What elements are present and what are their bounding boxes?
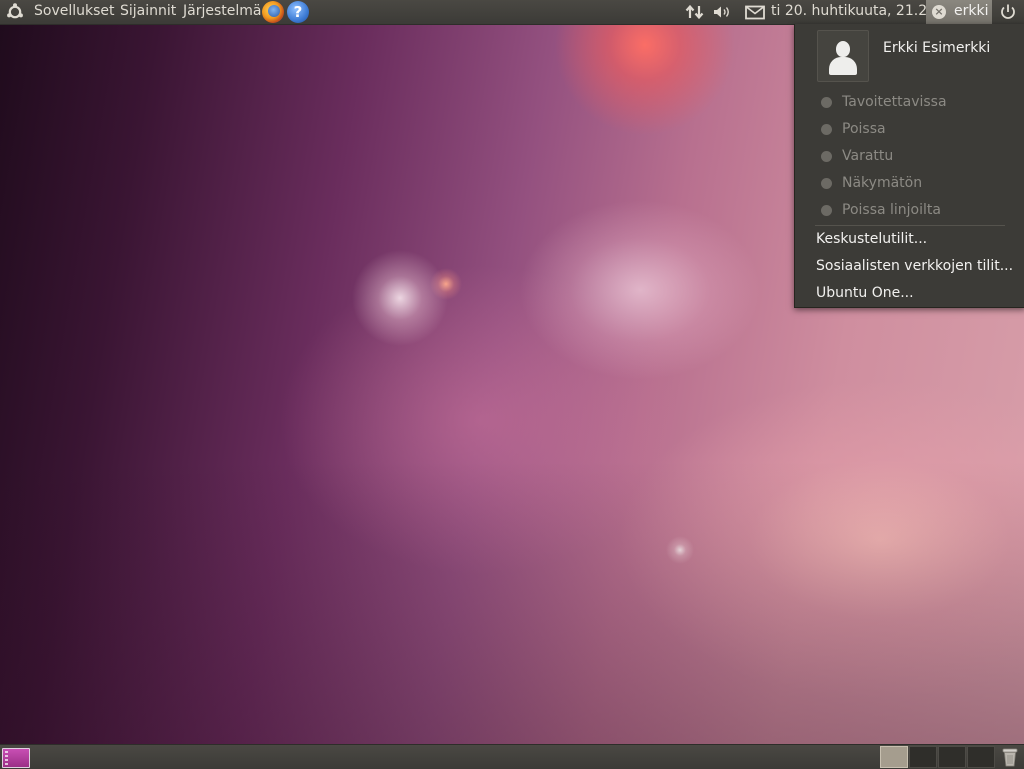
me-menu-dropdown: Erkki Esimerkki Tavoitettavissa Poissa V… [794, 24, 1024, 308]
ubuntu-one-item[interactable]: Ubuntu One... [816, 282, 914, 304]
avatar[interactable] [817, 30, 869, 82]
status-label: Näkymätön [842, 175, 923, 191]
away-status-icon [821, 124, 832, 135]
applications-menu[interactable]: Sovellukset [34, 0, 115, 24]
me-menu-username: erkki [954, 3, 989, 19]
ubuntu-logo-icon[interactable] [6, 3, 24, 21]
status-label: Poissa linjoilta [842, 202, 941, 218]
chat-accounts-item[interactable]: Keskustelutilit... [816, 228, 927, 250]
available-status-icon [821, 97, 832, 108]
workspace-3[interactable] [938, 746, 966, 768]
envelope-icon[interactable] [744, 0, 766, 24]
invisible-status-icon [821, 178, 832, 189]
bottom-panel [0, 744, 1024, 769]
busy-status-icon [821, 151, 832, 162]
places-menu[interactable]: Sijainnit [120, 0, 176, 24]
social-accounts-item[interactable]: Sosiaalisten verkkojen tilit... [816, 255, 1013, 277]
offline-status-icon [821, 205, 832, 216]
workspace-2[interactable] [909, 746, 937, 768]
me-menu-button[interactable]: × erkki [926, 0, 992, 24]
system-menu[interactable]: Järjestelmä [183, 0, 261, 24]
menu-separator [815, 225, 1005, 226]
network-updown-icon[interactable] [684, 0, 706, 24]
show-desktop-icon[interactable] [2, 748, 30, 768]
status-label: Tavoitettavissa [842, 94, 947, 110]
status-label: Poissa [842, 121, 886, 137]
trash-icon[interactable] [1001, 747, 1019, 767]
help-icon[interactable]: ? [287, 1, 309, 23]
workspace-1[interactable] [880, 746, 908, 768]
clock[interactable]: ti 20. huhtikuuta, 21.26 [771, 0, 936, 24]
offline-status-icon: × [932, 5, 946, 19]
user-full-name[interactable]: Erkki Esimerkki [883, 40, 990, 56]
firefox-icon[interactable] [262, 1, 284, 23]
speaker-icon[interactable] [711, 0, 733, 24]
status-label: Varattu [842, 148, 894, 164]
workspace-4[interactable] [967, 746, 995, 768]
top-panel: Sovellukset Sijainnit Järjestelmä ? ti 2… [0, 0, 1024, 25]
power-icon[interactable] [996, 0, 1020, 24]
